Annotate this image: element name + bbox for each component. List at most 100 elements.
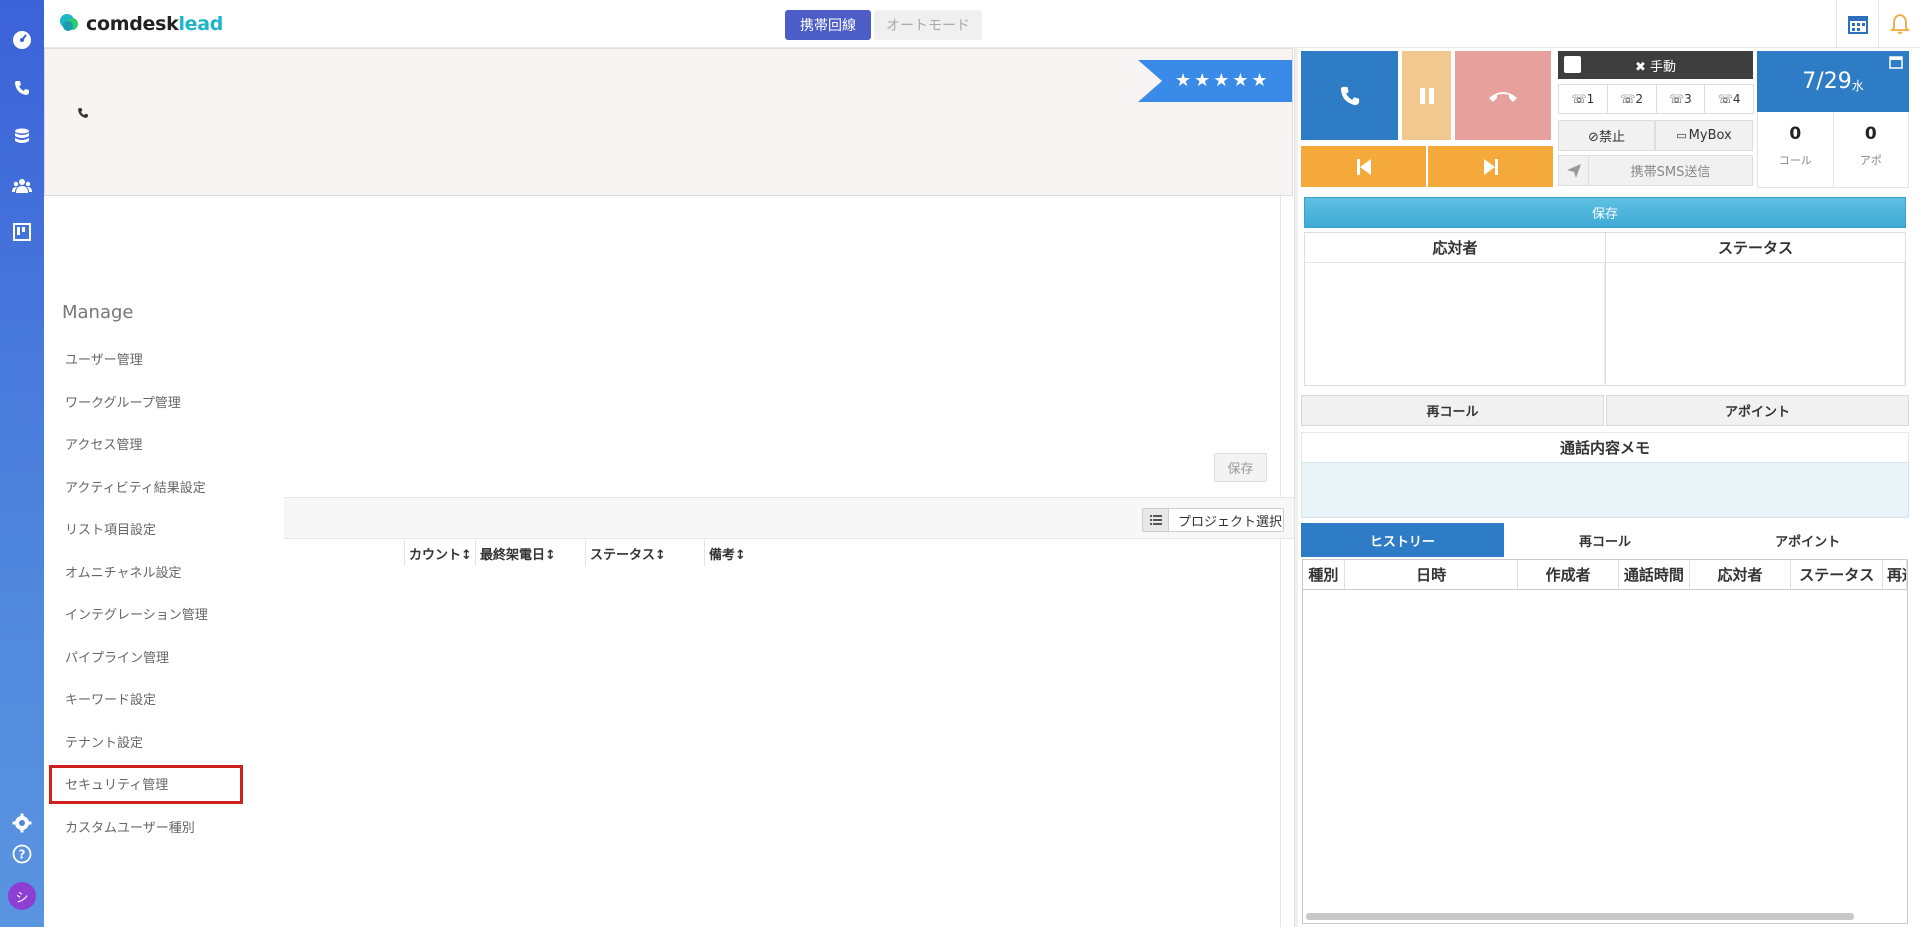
menu-item-omnichannel-settings[interactable]: オムニチャネル設定 (65, 562, 181, 581)
call-counter: 0 コール (1758, 112, 1833, 187)
history-tabs: ヒストリー 再コール アポイント (1301, 523, 1909, 557)
top-icons (1836, 0, 1920, 48)
manual-label: ✖ 手動 (1634, 59, 1677, 75)
contact-phone-icon[interactable] (76, 106, 90, 124)
call-memo-textarea[interactable] (1301, 462, 1909, 518)
menu-item-custom-user-type[interactable]: カスタムユーザー種別 (65, 817, 195, 836)
security-management-highlight (49, 765, 243, 804)
phone-icon (1340, 86, 1359, 105)
line-selector: ☏ 1 ☏ 2 ☏ 3 ☏ 4 (1558, 84, 1754, 114)
menu-item-pipeline-management[interactable]: パイプライン管理 (65, 647, 169, 666)
app-logo[interactable]: comdesklead (58, 10, 223, 38)
project-select-button[interactable]: プロジェクト選択 (1142, 508, 1284, 532)
dashboard-icon[interactable] (0, 20, 44, 60)
mybox-button[interactable]: ▭ MyBox (1655, 120, 1753, 151)
help-icon[interactable]: ? (0, 834, 44, 874)
appo-count-label: アポ (1859, 154, 1882, 167)
panel-divider[interactable] (1294, 48, 1298, 927)
bell-icon[interactable] (1878, 0, 1920, 48)
history-col-duration[interactable]: 通話時間 (1619, 560, 1690, 589)
sms-send-label: 携帯SMS送信 (1630, 165, 1711, 180)
status-list[interactable] (1606, 263, 1905, 383)
history-horizontal-scrollbar[interactable] (1306, 913, 1854, 920)
history-col-type[interactable]: 種別 (1303, 560, 1345, 589)
appo-count-value: 0 (1864, 124, 1877, 144)
skip-back-icon (1356, 158, 1371, 175)
menu-item-workgroup-management[interactable]: ワークグループ管理 (65, 392, 181, 411)
status-header: ステータス (1606, 233, 1905, 263)
column-header-status[interactable]: ステータス↕ (585, 540, 704, 566)
line-2-label: 2 (1635, 92, 1643, 106)
menu-item-integration-management[interactable]: インテグレーション管理 (65, 604, 208, 623)
manual-mode-toggle[interactable]: ✖ 手動 (1558, 51, 1753, 79)
recall-button[interactable]: 再コール (1301, 395, 1604, 426)
hang-up-icon (1489, 91, 1517, 102)
next-contact-button[interactable] (1428, 146, 1553, 187)
column-header-last-call[interactable]: 最終架電日↕ (475, 540, 585, 566)
hold-button[interactable] (1402, 51, 1451, 140)
responder-column: 応対者 (1305, 233, 1605, 385)
pause-icon (1419, 87, 1434, 104)
inbox-icon: ▭ (1676, 129, 1687, 142)
mybox-label: MyBox (1688, 128, 1732, 143)
menu-item-tenant-settings[interactable]: テナント設定 (65, 732, 143, 751)
tab-appointment[interactable]: アポイント (1706, 523, 1909, 557)
phone-line-icon: ☏ (1620, 92, 1636, 106)
daily-counters: 0 コール 0 アポ (1757, 112, 1909, 188)
users-icon[interactable] (0, 166, 44, 206)
history-col-datetime[interactable]: 日時 (1345, 560, 1519, 589)
logo-mark-icon (58, 12, 80, 36)
status-column: ステータス (1605, 233, 1905, 385)
column-header-note[interactable]: 備考↕ (704, 540, 784, 566)
send-icon (1559, 156, 1589, 185)
menu-item-user-management[interactable]: ユーザー管理 (65, 349, 143, 368)
rating-stars[interactable]: ★★★★★ (1175, 66, 1292, 94)
date-display[interactable]: 7/29 水 (1757, 51, 1909, 112)
tab-history[interactable]: ヒストリー (1301, 523, 1504, 557)
responder-list[interactable] (1305, 263, 1605, 383)
avatar[interactable]: シ (8, 882, 36, 910)
sms-send-button[interactable]: 携帯SMS送信 (1558, 155, 1753, 186)
logo-text: comdesklead (86, 13, 224, 35)
history-table: 種別 日時 作成者 通話時間 応対者 ステータス 再通 (1302, 559, 1908, 924)
appointment-button[interactable]: アポイント (1606, 395, 1909, 426)
menu-item-access-management[interactable]: アクセス管理 (65, 434, 142, 453)
list-icon (1143, 509, 1169, 531)
database-icon[interactable] (0, 117, 44, 157)
history-col-creator[interactable]: 作成者 (1518, 560, 1619, 589)
history-col-responder[interactable]: 応対者 (1690, 560, 1792, 589)
block-button[interactable]: ⊘禁止 (1558, 120, 1655, 151)
line-2-button[interactable]: ☏ 2 (1606, 84, 1657, 114)
menu-item-keyword-settings[interactable]: キーワード設定 (65, 689, 156, 708)
list-column-headers: カウント↕ 最終架電日↕ ステータス↕ 備考↕ (404, 540, 784, 566)
mobile-line-mode-button[interactable]: 携帯回線 (785, 10, 871, 40)
contact-save-button[interactable]: 保存 (1214, 453, 1267, 482)
project-select-label: プロジェクト選択 (1178, 514, 1283, 530)
phone-icon[interactable] (0, 68, 44, 108)
line-4-label: 4 (1732, 92, 1741, 106)
menu-item-list-field-settings[interactable]: リスト項目設定 (65, 519, 156, 538)
calendar-small-icon[interactable] (1889, 55, 1903, 73)
auto-mode-button[interactable]: オートモード (874, 10, 982, 40)
history-col-status[interactable]: ステータス (1791, 560, 1884, 589)
board-icon[interactable] (0, 212, 44, 252)
call-button[interactable] (1301, 51, 1398, 140)
top-bar: comdesklead 携帯回線 オートモード (44, 0, 1920, 48)
line-1-button[interactable]: ☏ 1 (1558, 84, 1608, 114)
result-save-button[interactable]: 保存 (1304, 197, 1906, 228)
date-value: 7/29 (1802, 69, 1852, 94)
line-4-button[interactable]: ☏ 4 (1704, 84, 1754, 114)
hang-up-button[interactable] (1455, 51, 1551, 140)
previous-contact-button[interactable] (1301, 146, 1426, 187)
history-col-recall[interactable]: 再通 (1883, 560, 1907, 589)
tab-recall[interactable]: 再コール (1504, 523, 1707, 557)
line-3-button[interactable]: ☏ 3 (1655, 84, 1706, 114)
left-icon-rail: ? シ (0, 0, 44, 927)
manual-checkbox[interactable] (1564, 56, 1581, 73)
phone-line-icon: ☏ (1571, 92, 1587, 106)
column-header-count[interactable]: カウント↕ (404, 540, 475, 566)
call-count-label: コール (1778, 154, 1812, 167)
responder-header: 応対者 (1305, 233, 1605, 263)
calendar-icon[interactable] (1836, 0, 1878, 48)
menu-item-activity-result-settings[interactable]: アクティビティ結果設定 (65, 477, 206, 496)
